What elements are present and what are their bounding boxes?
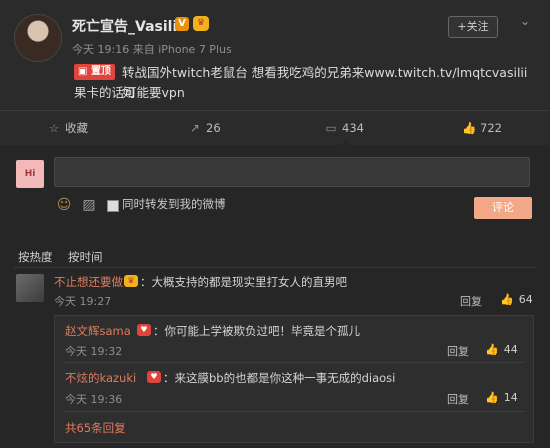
post-text-line-2: 果卡的话可能要vpn [74,85,185,100]
author-username[interactable]: 死亡宣告_Vasilii [72,16,182,36]
repost-checkbox[interactable] [107,200,119,212]
commenter-avatar[interactable] [16,274,44,302]
divider [14,267,536,268]
comment-like-button[interactable]: 👍 64 [500,293,533,306]
repost-checkbox-label: 同时转发到我的微博 [122,197,226,211]
submit-comment-button[interactable]: 评论 [474,197,532,219]
repost-icon: ↗ [190,121,200,135]
comment-icon: ▭ [325,121,337,135]
favorite-label: 收藏 [65,121,88,135]
comment-username[interactable]: 不止想还要做 [54,274,123,290]
star-icon: ☆ [48,121,60,135]
repost-button[interactable]: ↗ 26 [188,111,221,145]
reply-text: ：你可能上学被欺负过吧！毕竟是个孤儿 [153,324,360,338]
comment-like-count: 64 [518,293,533,306]
reply-time: 今天 19:36 [65,393,123,406]
sort-by-time[interactable]: 按时间 [68,249,103,265]
reply-text: ：来这膜bb的也都是你这种一事无成的diaosi [163,371,396,385]
reply-like-button[interactable]: 👍 44 [485,343,518,356]
comment-panel: Hi ☺ ▨ 同时转发到我的微博 评论 按热度 按时间 不止想还要做 ♛ ：大概… [0,145,550,448]
pinned-label: 置顶 [90,66,111,77]
follow-button[interactable]: +关注 [448,16,498,38]
vip-crown-icon: ♛ [124,275,138,287]
more-replies-link[interactable]: 共65条回复 [65,420,126,436]
post-meta: 今天 19:16 来自 iPhone 7 Plus [72,43,232,56]
pin-icon: ▣ [78,66,88,77]
pinned-badge: ▣ 置顶 [74,64,115,80]
post-action-bar: ☆ 收藏 ↗ 26 ▭ 434 👍 722 [0,110,550,146]
sort-by-hot[interactable]: 按热度 [18,249,53,265]
author-avatar[interactable] [14,14,62,62]
thumbs-up-icon: 👍 [462,121,477,135]
divider [63,411,525,412]
reply-button[interactable]: 回复 [447,391,469,407]
current-user-avatar: Hi [16,160,44,188]
thumbs-up-icon: 👍 [485,391,499,404]
like-count: 722 [480,121,502,135]
vip-crown-icon: ♛ [193,16,209,31]
image-icon[interactable]: ▨ [81,197,97,213]
reply-like-count: 44 [503,343,518,356]
chevron-down-icon[interactable]: ⌄ [516,14,534,28]
reply-like-button[interactable]: 👍 14 [485,391,518,404]
comment-count: 434 [342,121,364,135]
reply-thread: 赵文辉sama ♥ ：你可能上学被欺负过吧！毕竟是个孤儿 今天 19:32 回复… [54,315,534,443]
reply-username[interactable]: 不炫的kazuki [65,370,136,386]
comment-input[interactable] [54,157,530,187]
badge-icon: ♥ [137,324,151,336]
reply-button[interactable]: 回复 [447,343,469,359]
comment-time: 今天 19:27 [54,295,112,308]
reply-time: 今天 19:32 [65,345,123,358]
emoji-icon[interactable]: ☺ [56,197,72,213]
divider [63,362,525,363]
badge-icon: ♥ [147,371,161,383]
repost-count: 26 [206,121,221,135]
thumbs-up-icon: 👍 [485,343,499,356]
reply-username[interactable]: 赵文辉sama [65,323,131,339]
comment-text: ：大概支持的都是现实里打女人的直男吧 [140,275,347,289]
reply-button[interactable]: 回复 [460,293,482,309]
like-button[interactable]: 👍 722 [462,111,502,145]
favorite-button[interactable]: ☆ 收藏 [47,111,88,145]
reply-like-count: 14 [503,391,518,404]
verified-badge-icon: V [175,17,189,31]
weibo-post: 死亡宣告_Vasilii V ♛ 今天 19:16 来自 iPhone 7 Pl… [0,0,550,110]
thumbs-up-icon: 👍 [500,293,514,306]
